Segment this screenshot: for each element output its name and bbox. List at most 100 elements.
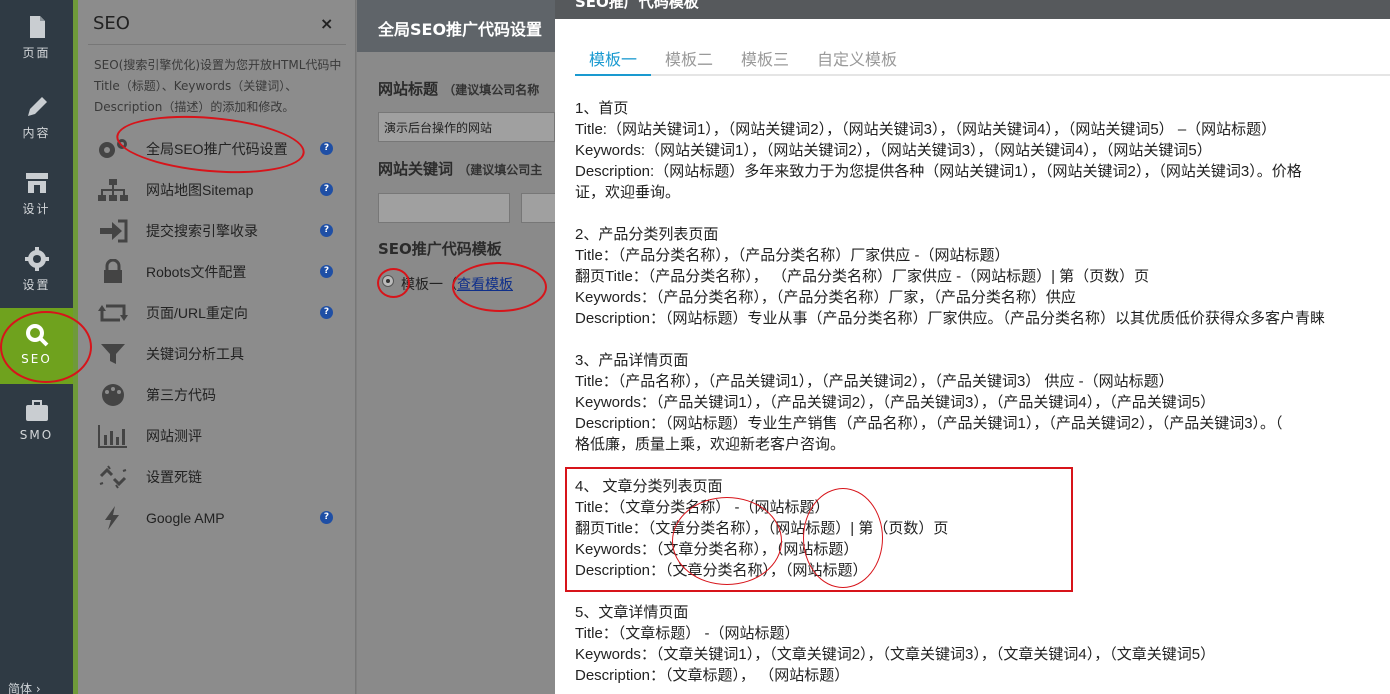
tab-custom-template[interactable]: 自定义模板: [803, 48, 911, 76]
rail-item-settings[interactable]: 设置: [0, 232, 73, 308]
tab-template-2[interactable]: 模板二: [651, 48, 727, 76]
seo-menu: 全局SEO推广代码设置 ? 网站地图Sitemap ? 提交搜索引擎收录 ? R…: [78, 128, 356, 538]
menu-item-label: 设置死链: [146, 468, 202, 485]
menu-item-submit-search[interactable]: 提交搜索引擎收录 ?: [78, 210, 356, 251]
language-switcher[interactable]: 简体 ›: [8, 680, 41, 694]
template-label: SEO推广代码模板: [378, 240, 502, 258]
menu-item-google-amp[interactable]: Google AMP ?: [78, 497, 356, 538]
panel-title: SEO: [93, 13, 130, 34]
rail-item-page[interactable]: 页面: [0, 0, 73, 76]
section-article-category: 4、 文章分类列表页面 Title：（文章分类名称） -（网站标题） 翻页Tit…: [575, 476, 1390, 581]
main-nav-rail: 页面 内容 设计 设置 SEO SMO 简体 ›: [0, 0, 73, 694]
section-heading: 2、产品分类列表页面: [575, 226, 719, 243]
menu-item-label: 页面/URL重定向: [146, 304, 248, 321]
template-line: Keywords：（产品关键词1），（产品关键词2），（产品关键词3），（产品关…: [575, 394, 1216, 411]
template-line: 翻页Title：（产品分类名称）， （产品分类名称）厂家供应 -（网站标题）| …: [575, 268, 1150, 285]
section-heading: 1、首页: [575, 100, 629, 117]
section-product-category: 2、产品分类列表页面 Title：（产品分类名称），（产品分类名称）厂家供应 -…: [575, 224, 1390, 329]
template-line: Keywords：（文章分类名称），（网站标题）: [575, 541, 859, 558]
template-line: Keywords：（文章关键词1），（文章关键词2），（文章关键词3），（文章关…: [575, 646, 1216, 663]
modal-title: SEO推广代码模板: [575, 0, 699, 11]
pencil-icon: [27, 97, 47, 116]
rail-label: 页面: [22, 46, 51, 60]
view-template-link[interactable]: 查看模板: [457, 277, 513, 293]
template-line: 翻页Title：（文章分类名称），（网站标题）| 第（页数）页: [575, 520, 949, 537]
template-modal: SEO推广代码模板 模板一 模板二 模板三 自定义模板 1、首页 Title:（…: [555, 0, 1390, 694]
section-heading: 5、文章详情页面: [575, 604, 689, 621]
menu-item-dead-links[interactable]: 设置死链: [78, 456, 356, 497]
seo-panel: SEO × SEO(搜索引擎优化)设置为您开放HTML代码中Title（标题）、…: [78, 0, 356, 694]
template-line: Description：（网站标题）专业从事（产品分类名称）厂家供应。（产品分类…: [575, 310, 1326, 327]
template-option-label: 模板一（: [401, 277, 457, 293]
briefcase-icon: [25, 400, 48, 421]
lock-icon: [104, 258, 122, 283]
section-product-detail: 3、产品详情页面 Title：（产品名称），（产品关键词1），（产品关键词2），…: [575, 350, 1390, 455]
label-text: 网站标题: [378, 80, 439, 98]
template-radio[interactable]: [382, 275, 394, 287]
panel-description: SEO(搜索引擎优化)设置为您开放HTML代码中Title（标题）、Keywor…: [94, 58, 342, 114]
template-line: Title：（产品分类名称），（产品分类名称）厂家供应 -（网站标题）: [575, 247, 1010, 264]
search-icon: [25, 324, 48, 347]
gear-icon: [24, 247, 49, 271]
menu-item-label: 第三方代码: [146, 386, 216, 403]
menu-item-label: 关键词分析工具: [146, 345, 244, 362]
menu-item-keyword-tool[interactable]: 关键词分析工具: [78, 333, 356, 374]
help-icon[interactable]: ?: [320, 265, 333, 278]
menu-item-robots[interactable]: Robots文件配置 ?: [78, 251, 356, 292]
help-icon[interactable]: ?: [320, 306, 333, 319]
menu-item-label: Robots文件配置: [146, 263, 247, 280]
template-line: Title：（文章分类名称） -（网站标题）: [575, 499, 830, 516]
page-icon: [29, 16, 45, 38]
rail-item-smo[interactable]: SMO: [0, 384, 73, 460]
label-text: 网站关键词: [378, 160, 454, 178]
section-article-detail: 5、文章详情页面 Title：（文章标题） -（网站标题） Keywords：（…: [575, 602, 1390, 686]
rail-label: 设计: [22, 202, 51, 216]
tab-template-1[interactable]: 模板一: [575, 48, 652, 76]
close-icon[interactable]: ×: [320, 14, 333, 33]
template-line: Title：（产品名称），（产品关键词1），（产品关键词2），（产品关键词3） …: [575, 373, 1174, 390]
rail-item-design[interactable]: 设计: [0, 156, 73, 232]
bar-chart-icon: [98, 424, 127, 448]
template-line: Description:（网站标题）多年来致力于为您提供各种（网站关键词1），（…: [575, 163, 1302, 180]
site-title-input[interactable]: 演示后台操作的网站: [378, 112, 555, 142]
help-icon[interactable]: ?: [320, 224, 333, 237]
help-icon[interactable]: ?: [320, 142, 333, 155]
template-line: Keywords：（产品分类名称），（产品分类名称）厂家，（产品分类名称）供应: [575, 289, 1076, 306]
rail-item-content[interactable]: 内容: [0, 80, 73, 156]
menu-item-redirect[interactable]: 页面/URL重定向 ?: [78, 292, 356, 333]
site-title-label: 网站标题 （建议填公司名称: [378, 78, 539, 99]
menu-item-third-party[interactable]: 第三方代码: [78, 374, 356, 415]
section-heading: 3、产品详情页面: [575, 352, 689, 369]
menu-item-global-seo[interactable]: 全局SEO推广代码设置 ?: [78, 128, 356, 169]
sign-in-icon: [100, 219, 128, 242]
bolt-icon: [105, 505, 119, 530]
rail-item-seo[interactable]: SEO: [0, 308, 73, 384]
label-hint: （建议填公司名称: [443, 83, 540, 97]
site-keywords-label: 网站关键词 （建议填公司主: [378, 158, 542, 179]
gears-icon: [99, 138, 127, 158]
modal-header: SEO推广代码模板: [555, 0, 1390, 19]
menu-item-label: 全局SEO推广代码设置: [146, 140, 288, 157]
global-seo-form: 全局SEO推广代码设置 网站标题 （建议填公司名称 演示后台操作的网站 网站关键…: [357, 0, 561, 694]
template-line: Description：（网站标题）专业生产销售（产品名称），（产品关键词1），…: [575, 415, 1283, 432]
keyword-input-1[interactable]: [378, 193, 510, 223]
store-icon: [25, 173, 48, 193]
menu-item-sitemap[interactable]: 网站地图Sitemap ?: [78, 169, 356, 210]
filter-icon: [101, 343, 125, 364]
help-icon[interactable]: ?: [320, 511, 333, 524]
tab-template-3[interactable]: 模板三: [727, 48, 803, 76]
menu-item-site-review[interactable]: 网站测评: [78, 415, 356, 456]
sitemap-icon: [98, 178, 128, 201]
label-hint: （建议填公司主: [458, 163, 543, 177]
template-line: Description：（文章标题）， （网站标题）: [575, 667, 850, 684]
form-header: 全局SEO推广代码设置: [357, 0, 555, 52]
palette-icon: [102, 383, 124, 406]
broken-link-icon: [99, 464, 127, 489]
template-content: 1、首页 Title:（网站关键词1），（网站关键词2），（网站关键词3），（网…: [575, 98, 1390, 694]
template-line: 格低廉，质量上乘，欢迎新老客户咨询。: [575, 436, 846, 453]
template-tabs: 模板一 模板二 模板三 自定义模板: [575, 48, 1390, 76]
template-line: Title：（文章标题） -（网站标题）: [575, 625, 800, 642]
section-home: 1、首页 Title:（网站关键词1），（网站关键词2），（网站关键词3），（网…: [575, 98, 1390, 203]
rail-label: SEO: [21, 352, 52, 366]
help-icon[interactable]: ?: [320, 183, 333, 196]
